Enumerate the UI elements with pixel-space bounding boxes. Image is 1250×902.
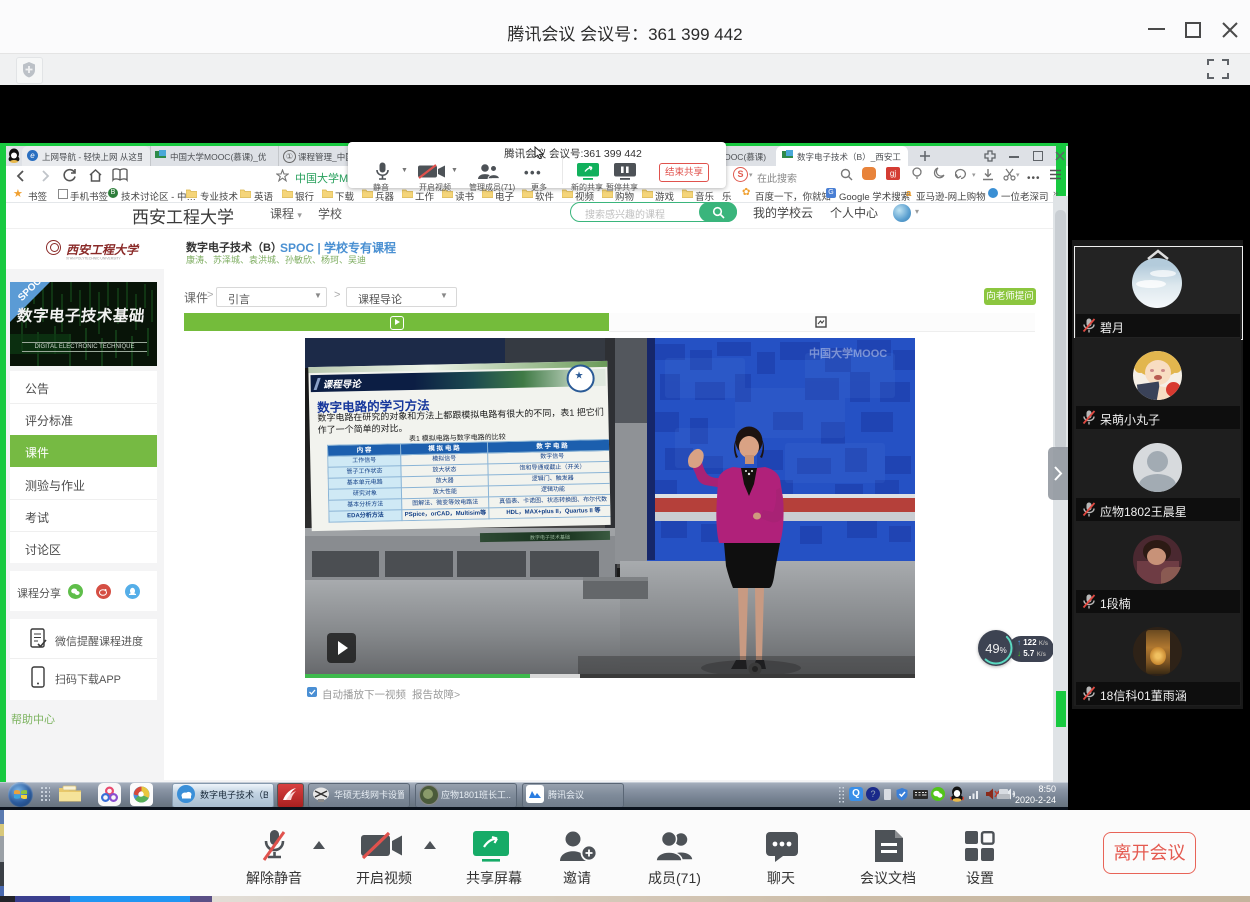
svg-text:中国大学MOOC: 中国大学MOOC	[809, 346, 887, 360]
